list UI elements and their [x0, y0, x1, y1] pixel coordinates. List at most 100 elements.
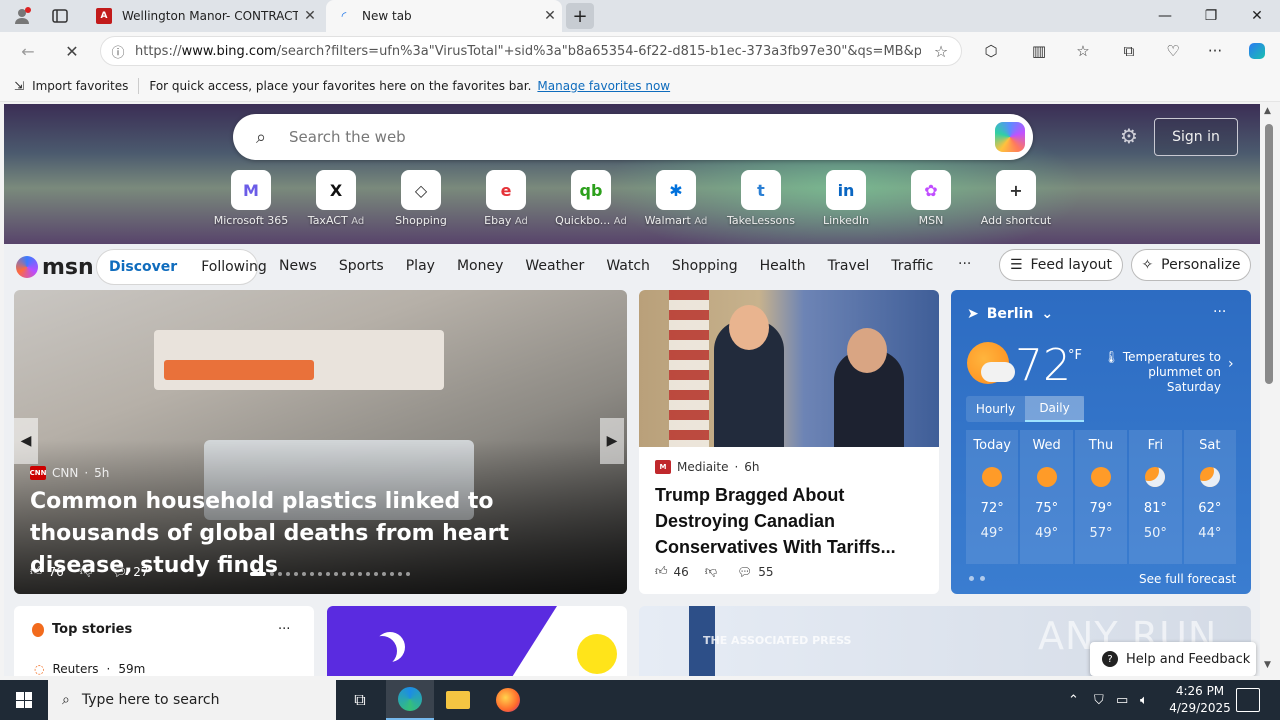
quick-link-tile[interactable]: t TakeLessons — [717, 170, 805, 227]
pager-dot[interactable] — [342, 572, 346, 576]
top-stories-more-button[interactable]: ··· — [278, 622, 290, 637]
nav-link-weather[interactable]: Weather — [525, 258, 584, 274]
tab-contract[interactable]: A Wellington Manor- CONTRACT F ✕ — [86, 0, 322, 32]
copilot-search-icon[interactable] — [995, 122, 1025, 152]
sign-in-button[interactable]: Sign in — [1154, 118, 1238, 156]
scroll-down-arrow-icon[interactable]: ▼ — [1264, 660, 1271, 670]
forecast-day[interactable]: Thu 79° 57° — [1074, 430, 1128, 564]
nav-link-traffic[interactable]: Traffic — [891, 258, 933, 274]
file-explorer-icon[interactable] — [434, 680, 482, 720]
volume-icon[interactable]: 🔈︎ — [1140, 680, 1148, 720]
nav-link-sports[interactable]: Sports — [339, 258, 384, 274]
temp-unit[interactable]: °F — [1068, 348, 1082, 363]
collections-icon[interactable]: ⧉ — [1114, 38, 1144, 64]
quick-link-tile[interactable]: + Add shortcut — [972, 170, 1060, 227]
web-search-box[interactable]: ⌕ — [233, 114, 1033, 160]
quick-link-tile[interactable]: X TaxACT Ad — [292, 170, 380, 227]
pager-dot[interactable] — [278, 572, 282, 576]
weather-card[interactable]: ➤ Berlin ⌄ ··· 72 °F 🌡︎ Temperatures to … — [951, 290, 1251, 594]
feed-layout-button[interactable]: ☰ Feed layout — [999, 249, 1123, 281]
pager-dot[interactable] — [334, 572, 338, 576]
manage-favorites-link[interactable]: Manage favorites now — [537, 79, 670, 93]
nav-link-health[interactable]: Health — [760, 258, 806, 274]
pager-dot[interactable] — [294, 572, 298, 576]
tab-actions-icon[interactable] — [48, 4, 72, 28]
news-story-card[interactable]: M Mediaite · 6h Trump Bragged About Dest… — [639, 290, 939, 594]
quick-link-tile[interactable]: ✿ MSN — [887, 170, 975, 227]
weather-more-button[interactable]: ··· — [1213, 304, 1226, 320]
close-tab-icon[interactable]: ✕ — [538, 8, 562, 24]
more-categories-button[interactable]: ··· — [958, 256, 971, 272]
security-icon[interactable]: ⛉ — [1094, 680, 1104, 720]
split-screen-icon[interactable]: ▥ — [1024, 38, 1054, 64]
profile-icon[interactable] — [10, 4, 34, 28]
thumbs-up-icon[interactable]: 👍︎ — [30, 564, 43, 579]
news-headline[interactable]: Trump Bragged About Destroying Canadian … — [655, 482, 925, 560]
tab-new-tab[interactable]: ◜ New tab ✕ — [326, 0, 562, 32]
quick-link-tile[interactable]: qb Quickbo... Ad — [547, 170, 635, 227]
pager-dot[interactable] — [374, 572, 378, 576]
weather-alert[interactable]: 🌡︎ Temperatures to plummet on Saturday — [1103, 350, 1221, 395]
comment-icon[interactable]: 💬︎ — [737, 565, 752, 579]
quick-link-tile[interactable]: ◇ Shopping — [377, 170, 465, 227]
forecast-day[interactable]: Sat 62° 44° — [1183, 430, 1237, 564]
pager-dot[interactable] — [250, 572, 266, 576]
tab-daily[interactable]: Daily — [1025, 396, 1084, 422]
help-feedback-button[interactable]: ? Help and Feedback — [1090, 642, 1256, 676]
tab-following[interactable]: Following — [201, 259, 267, 275]
nav-link-watch[interactable]: Watch — [606, 258, 650, 274]
nav-link-shopping[interactable]: Shopping — [672, 258, 738, 274]
site-info-icon[interactable]: ⓘ — [101, 42, 135, 61]
pager-dot[interactable] — [398, 572, 402, 576]
promo-card[interactable] — [327, 606, 627, 676]
forecast-day[interactable]: Today 72° 49° — [966, 430, 1019, 564]
browser-essentials-icon[interactable]: ♡ — [1158, 38, 1188, 64]
forecast-day[interactable]: Wed 75° 49° — [1020, 430, 1073, 564]
pager-dot[interactable] — [310, 572, 314, 576]
nav-link-news[interactable]: News — [279, 258, 317, 274]
close-window-button[interactable]: ✕ — [1234, 0, 1280, 32]
carousel-pager[interactable] — [250, 572, 410, 576]
see-full-forecast-link[interactable]: See full forecast — [1139, 572, 1236, 586]
hero-story-card[interactable]: ◀ ▶ CNN CNN · 5h Common household plasti… — [14, 290, 627, 594]
start-button[interactable] — [0, 680, 48, 720]
edge-taskbar-icon[interactable] — [386, 680, 434, 720]
personalize-button[interactable]: ✧ Personalize — [1131, 249, 1251, 281]
nav-link-travel[interactable]: Travel — [828, 258, 870, 274]
extensions-icon[interactable]: ⬡ — [976, 38, 1006, 64]
weather-pager[interactable] — [969, 576, 985, 581]
restore-button[interactable]: ❐ — [1188, 0, 1234, 32]
weather-location[interactable]: ➤ Berlin ⌄ — [967, 306, 1053, 322]
show-hidden-icons[interactable]: ⌃ — [1068, 680, 1079, 720]
taskbar-search[interactable]: ⌕ Type here to search — [48, 680, 336, 720]
firefox-icon[interactable] — [484, 680, 532, 720]
quick-link-tile[interactable]: ✱ Walmart Ad — [632, 170, 720, 227]
favorites-icon[interactable]: ☆ — [1068, 38, 1098, 64]
forecast-day[interactable]: Fri 81° 50° — [1129, 430, 1182, 564]
chevron-right-icon[interactable]: › — [1228, 356, 1234, 372]
pager-dot[interactable] — [358, 572, 362, 576]
notifications-icon[interactable] — [1236, 688, 1260, 712]
tab-discover[interactable]: Discover — [109, 259, 177, 275]
scrollbar-thumb[interactable] — [1265, 124, 1273, 384]
minimize-button[interactable]: — — [1142, 0, 1188, 32]
back-button[interactable]: ← — [14, 38, 42, 64]
stop-loading-button[interactable]: ✕ — [58, 38, 86, 64]
quick-link-tile[interactable]: M Microsoft 365 — [207, 170, 295, 227]
pager-dot[interactable] — [270, 572, 274, 576]
copilot-icon[interactable] — [1242, 38, 1272, 64]
pager-dot[interactable] — [382, 572, 386, 576]
pager-dot[interactable] — [406, 572, 410, 576]
system-clock[interactable]: 4:26 PM 4/29/2025 — [1164, 683, 1236, 717]
pager-dot[interactable] — [286, 572, 290, 576]
address-bar[interactable]: ⓘ https://www.bing.com/search?filters=uf… — [100, 36, 962, 66]
new-tab-button[interactable]: + — [566, 3, 594, 29]
settings-more-icon[interactable]: ··· — [1200, 38, 1230, 64]
previous-story-button[interactable]: ◀ — [14, 418, 38, 464]
top-stories-card[interactable]: Top stories ··· ◌ Reuters · 59m — [14, 606, 314, 676]
quick-link-tile[interactable]: in LinkedIn — [802, 170, 890, 227]
pager-dot[interactable] — [390, 572, 394, 576]
thumbs-down-icon[interactable]: 👎︎ — [705, 564, 717, 579]
pager-dot[interactable] — [326, 572, 330, 576]
thumbs-down-icon[interactable]: 👎︎ — [80, 564, 92, 579]
